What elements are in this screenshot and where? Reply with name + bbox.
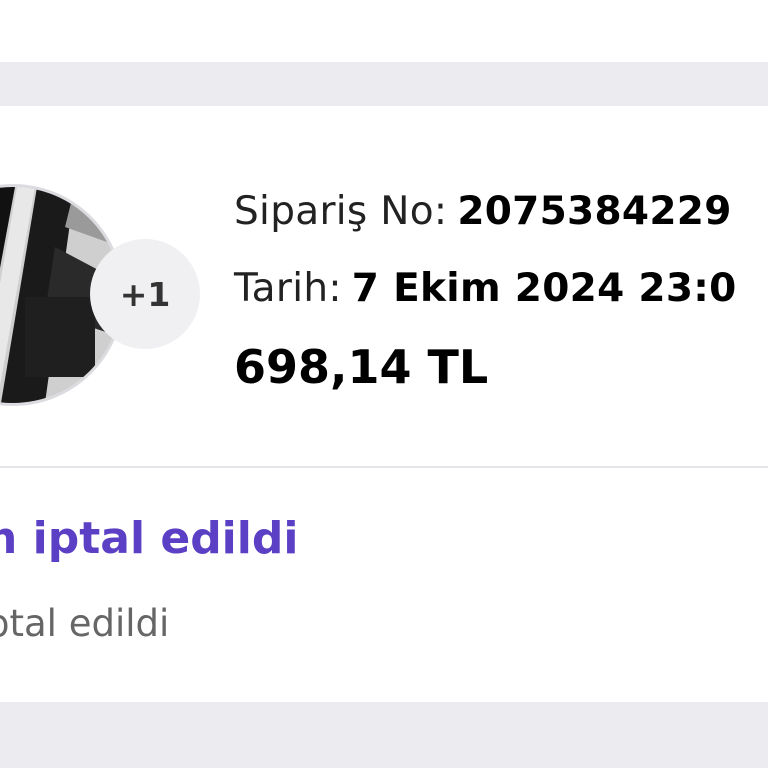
order-status-title[interactable]: n iptal edildi: [0, 511, 298, 567]
order-card[interactable]: +1 Sipariş No: 2075384229 Tarih: 7 Ekim 20…: [0, 106, 768, 702]
order-date-row: Tarih: 7 Ekim 2024 23:0: [234, 269, 737, 309]
section-separator-top: [0, 62, 768, 106]
order-number-label: Sipariş No:: [234, 189, 448, 234]
order-page: +1 Sipariş No: 2075384229 Tarih: 7 Ekim 20…: [0, 0, 768, 768]
order-info: Sipariş No: 2075384229 Tarih: 7 Ekim 2024 …: [234, 192, 737, 346]
card-divider: [0, 466, 768, 468]
order-number-row: Sipariş No: 2075384229: [234, 192, 737, 232]
more-items-count: +1: [119, 274, 171, 314]
order-number-value: 2075384229: [457, 189, 732, 234]
order-price: 698,14 TL: [234, 340, 489, 394]
order-date-label: Tarih:: [234, 266, 342, 311]
section-separator-bottom: [0, 702, 768, 768]
order-date-value: 7 Ekim 2024 23:0: [351, 266, 737, 311]
more-items-badge[interactable]: +1: [90, 239, 200, 349]
order-status-subtitle: ptal edildi: [0, 602, 170, 645]
